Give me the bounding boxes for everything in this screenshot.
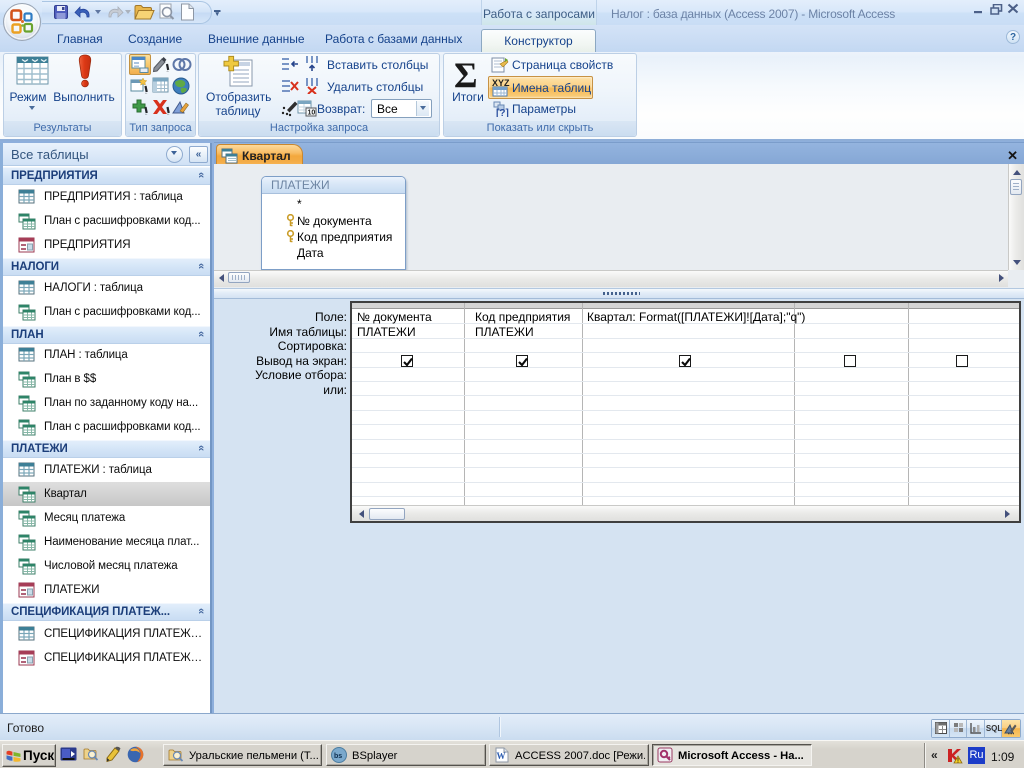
svg-text:10: 10 xyxy=(308,110,316,117)
svg-text:W: W xyxy=(497,751,506,761)
svg-text:bs: bs xyxy=(334,753,342,760)
svg-text:!: ! xyxy=(957,759,959,765)
svg-text:[?]: [?] xyxy=(496,108,509,117)
